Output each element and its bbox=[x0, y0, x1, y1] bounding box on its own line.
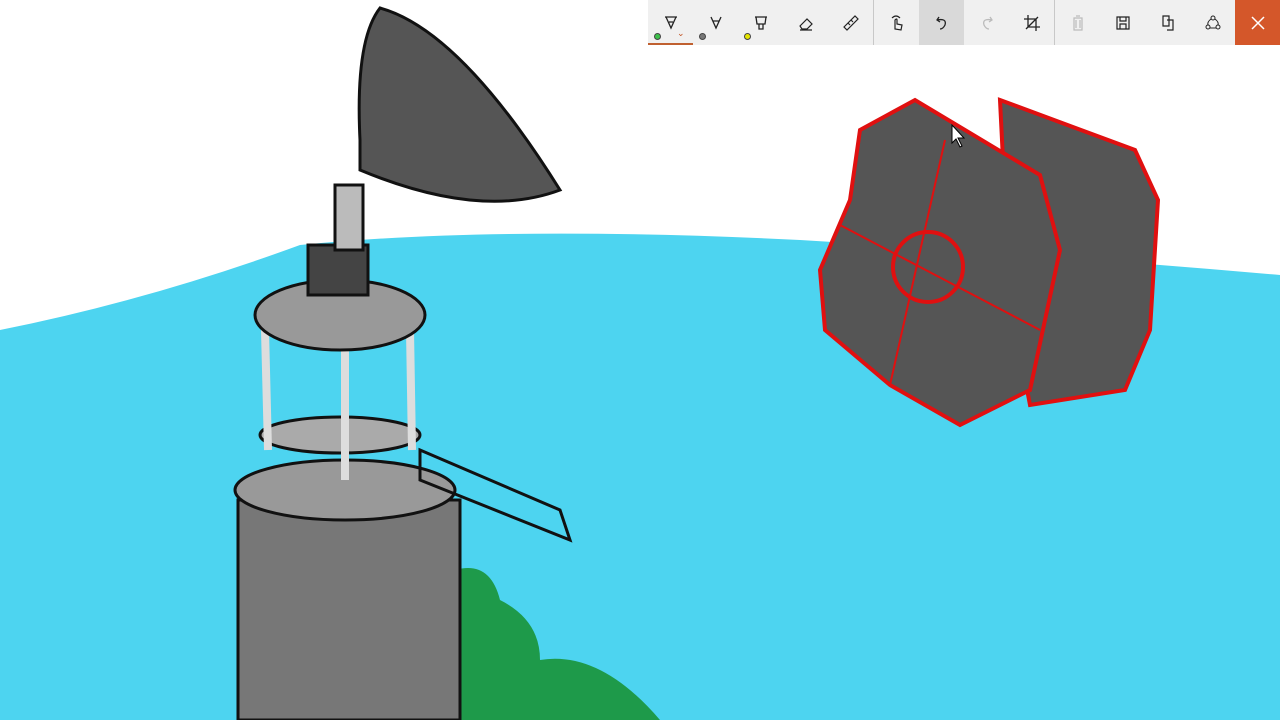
delete-button[interactable] bbox=[1055, 0, 1100, 45]
copy-icon bbox=[1161, 14, 1174, 31]
chevron-down-icon[interactable]: ⌄ bbox=[677, 28, 685, 39]
ruler-button[interactable] bbox=[828, 0, 873, 45]
pen-color-dot bbox=[654, 33, 661, 40]
save-icon bbox=[1115, 15, 1130, 30]
toolbar: ⌄ bbox=[648, 0, 1280, 45]
pencil-button[interactable] bbox=[693, 0, 738, 45]
pencil-color-dot bbox=[699, 33, 706, 40]
close-button[interactable] bbox=[1235, 0, 1280, 45]
touch-writing-icon bbox=[891, 14, 903, 31]
undo-button[interactable] bbox=[919, 0, 964, 45]
trash-icon bbox=[1072, 14, 1083, 31]
redo-button[interactable] bbox=[964, 0, 1009, 45]
ballpoint-pen-button[interactable]: ⌄ bbox=[648, 0, 693, 45]
share-button[interactable] bbox=[1190, 0, 1235, 45]
highlighter-color-dot bbox=[744, 33, 751, 40]
redo-icon bbox=[982, 16, 993, 30]
ruler-icon bbox=[842, 14, 859, 31]
save-button[interactable] bbox=[1100, 0, 1145, 45]
undo-icon bbox=[935, 16, 946, 30]
share-icon bbox=[1205, 15, 1220, 29]
eraser-button[interactable] bbox=[783, 0, 828, 45]
eraser-icon bbox=[798, 17, 813, 31]
highlighter-icon bbox=[754, 15, 767, 30]
crop-icon bbox=[1023, 14, 1040, 31]
close-icon bbox=[1250, 15, 1265, 30]
copy-button[interactable] bbox=[1145, 0, 1190, 45]
drawing-canvas[interactable] bbox=[0, 0, 1280, 720]
pencil-icon bbox=[709, 16, 722, 30]
crop-button[interactable] bbox=[1009, 0, 1054, 45]
touch-writing-button[interactable] bbox=[874, 0, 919, 45]
highlighter-button[interactable] bbox=[738, 0, 783, 45]
selected-indicator bbox=[648, 43, 693, 45]
